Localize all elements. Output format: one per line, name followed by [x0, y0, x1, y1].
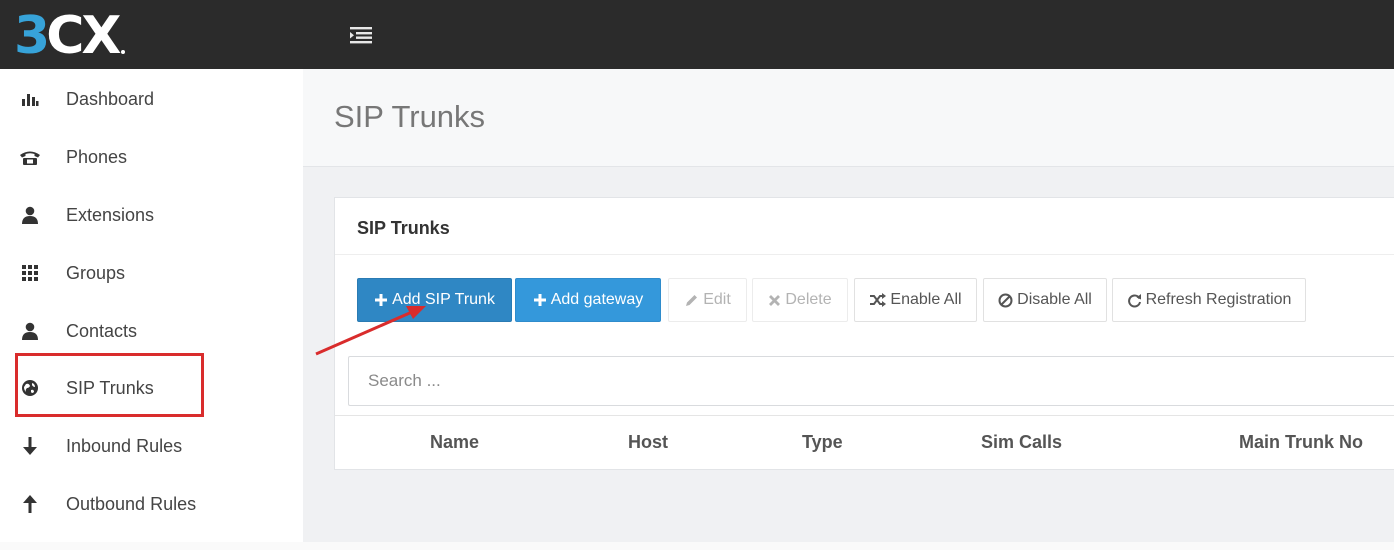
sidebar-item-label: Groups	[66, 262, 126, 283]
divider	[335, 254, 1394, 255]
column-header-main-trunk-no[interactable]: Main Trunk No	[1239, 432, 1363, 453]
add-sip-trunk-button[interactable]: Add SIP Trunk	[357, 278, 512, 322]
search-input[interactable]	[349, 357, 1394, 405]
button-label: Refresh Registration	[1145, 291, 1292, 308]
logo-suffix: CX	[46, 6, 121, 66]
sidebar-item-label: Phones	[66, 146, 128, 167]
shuffle-icon	[870, 293, 887, 307]
phone-icon	[19, 146, 41, 168]
button-label: Delete	[785, 291, 832, 308]
arrow-down-icon	[19, 435, 41, 457]
logo-prefix: 3	[14, 6, 50, 66]
sidebar-item-phones[interactable]: Phones	[0, 128, 303, 186]
top-bar: 3 CX	[0, 0, 1394, 69]
column-header-name[interactable]: Name	[430, 432, 479, 453]
user-icon	[19, 320, 41, 342]
ban-icon	[998, 293, 1013, 307]
button-label: Edit	[703, 291, 731, 308]
button-label: Add gateway	[550, 291, 644, 308]
sidebar-item-label: Outbound Rules	[66, 493, 197, 514]
enable-all-button[interactable]: Enable All	[854, 278, 977, 322]
arrow-up-icon	[19, 493, 41, 515]
plus-icon	[375, 294, 388, 306]
column-header-type[interactable]: Type	[802, 432, 843, 453]
sidebar-item-label: Extensions	[66, 204, 155, 225]
x-icon	[769, 294, 781, 306]
sidebar-item-label: Contacts	[66, 320, 138, 341]
button-label: Disable All	[1017, 291, 1092, 308]
grid-icon	[19, 262, 41, 284]
column-header-host[interactable]: Host	[628, 432, 668, 453]
table-header: Name Host Type Sim Calls Main Trunk No	[335, 415, 1394, 471]
user-icon	[19, 204, 41, 226]
edit-button[interactable]: Edit	[668, 278, 747, 322]
sidebar-item-label: SIP Trunks	[66, 377, 154, 398]
sidebar-item-contacts[interactable]: Contacts	[0, 302, 303, 360]
bar-chart-icon	[19, 88, 41, 110]
sidebar-item-extensions[interactable]: Extensions	[0, 186, 303, 244]
button-label: Add SIP Trunk	[392, 291, 495, 308]
app-logo[interactable]: 3 CX	[14, 4, 126, 66]
delete-button[interactable]: Delete	[752, 278, 848, 322]
sidebar-item-label: Dashboard	[66, 88, 155, 109]
sidebar-item-label: Inbound Rules	[66, 435, 183, 456]
add-gateway-button[interactable]: Add gateway	[515, 278, 661, 322]
sidebar: Dashboard Phones Extensions Groups Conta…	[0, 69, 303, 550]
button-label: Enable All	[890, 291, 962, 308]
plus-icon	[533, 294, 546, 306]
page-header: SIP Trunks	[303, 69, 1394, 167]
globe-icon	[19, 377, 41, 399]
sip-trunks-panel: SIP Trunks Add SIP Trunk Add gateway Edi…	[334, 197, 1394, 470]
disable-all-button[interactable]: Disable All	[983, 278, 1107, 322]
bottom-strip	[0, 542, 1394, 550]
page-title: SIP Trunks	[334, 99, 486, 134]
main-content: SIP Trunks SIP Trunks Add SIP Trunk Add …	[303, 69, 1394, 550]
sidebar-item-inbound-rules[interactable]: Inbound Rules	[0, 417, 303, 475]
sidebar-item-sip-trunks[interactable]: SIP Trunks	[0, 359, 303, 417]
pencil-icon	[686, 294, 698, 306]
sidebar-item-groups[interactable]: Groups	[0, 244, 303, 302]
sidebar-item-dashboard[interactable]: Dashboard	[0, 70, 303, 128]
panel-title: SIP Trunks	[357, 218, 450, 238]
menu-toggle-icon[interactable]	[348, 24, 374, 44]
column-header-sim-calls[interactable]: Sim Calls	[981, 432, 1062, 453]
logo-dot	[121, 50, 126, 54]
sidebar-item-outbound-rules[interactable]: Outbound Rules	[0, 475, 303, 533]
search-field[interactable]	[348, 356, 1394, 406]
refresh-icon	[1127, 293, 1141, 307]
refresh-registration-button[interactable]: Refresh Registration	[1112, 278, 1306, 322]
